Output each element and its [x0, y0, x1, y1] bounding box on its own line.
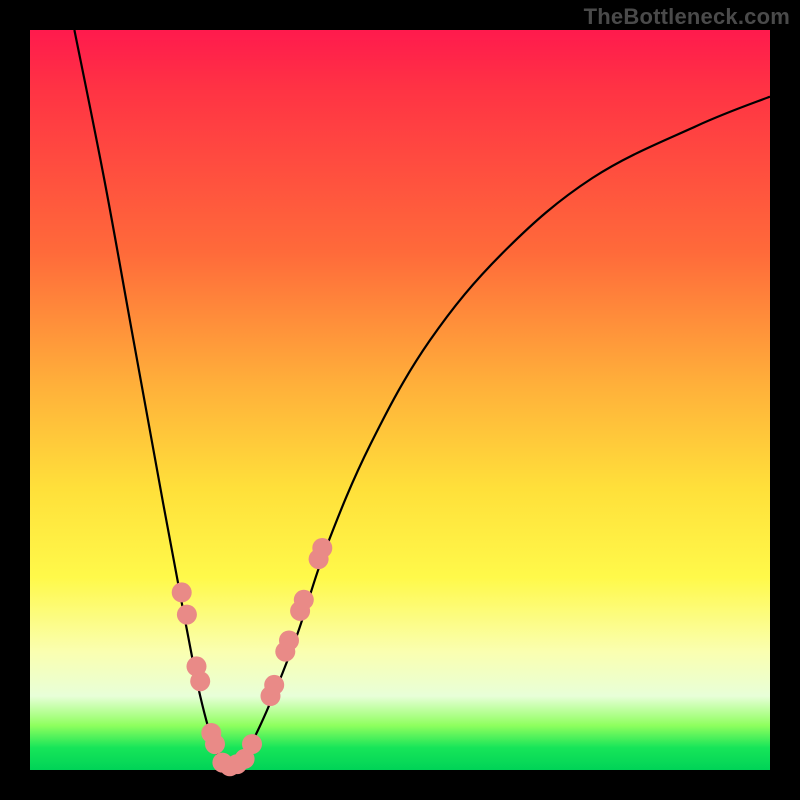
bead-marker: [312, 538, 332, 558]
bead-marker: [279, 631, 299, 651]
bead-marker: [205, 734, 225, 754]
bead-marker: [264, 675, 284, 695]
bead-marker: [172, 582, 192, 602]
chart-frame: TheBottleneck.com: [0, 0, 800, 800]
bottleneck-curve: [74, 30, 770, 770]
chart-svg: [30, 30, 770, 770]
watermark-text: TheBottleneck.com: [584, 4, 790, 30]
bead-marker: [190, 671, 210, 691]
bead-marker: [242, 734, 262, 754]
curve-group: [74, 30, 770, 770]
bead-marker: [177, 605, 197, 625]
beads-group: [172, 538, 333, 776]
bead-marker: [294, 590, 314, 610]
